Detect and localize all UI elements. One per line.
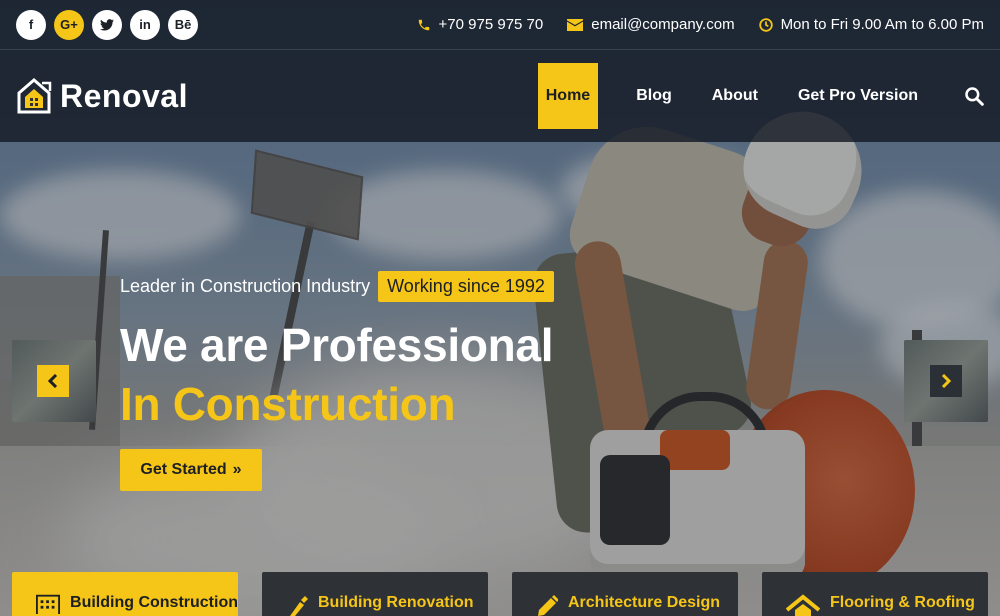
get-started-button[interactable]: Get Started » xyxy=(120,449,262,491)
get-started-label: Get Started xyxy=(140,461,227,478)
logo-text: Renoval xyxy=(60,77,188,114)
house-logo-icon xyxy=(17,78,52,114)
site-logo[interactable]: Renoval xyxy=(16,77,188,115)
services-bar: Building Construction Building Renovatio… xyxy=(12,572,988,616)
envelope-icon xyxy=(567,18,584,31)
double-chevron-right-icon: » xyxy=(232,461,242,478)
linkedin-icon[interactable]: in xyxy=(130,9,160,40)
hero-heading-line2: In Construction xyxy=(120,378,456,430)
chevron-right-icon[interactable] xyxy=(930,365,962,397)
contact-info: +70 975 975 70 email@company.com Mon to … xyxy=(417,16,984,33)
twitter-icon[interactable] xyxy=(92,9,122,40)
chevron-left-icon[interactable] xyxy=(37,365,69,397)
prev-slide-thumbnail[interactable] xyxy=(12,340,96,422)
office-hours: Mon to Fri 9.00 Am to 6.00 Pm xyxy=(780,16,984,33)
hero-tagline: Leader in Construction Industry Working … xyxy=(120,271,554,302)
service-label: Flooring & Roofing xyxy=(830,594,975,611)
nav-item-blog[interactable]: Blog xyxy=(616,63,692,129)
email-address: email@company.com xyxy=(591,16,735,33)
search-button[interactable] xyxy=(944,86,984,106)
phone-icon xyxy=(418,19,429,30)
google-plus-icon[interactable]: G+ xyxy=(54,9,84,40)
facebook-icon[interactable]: f xyxy=(16,9,46,40)
behance-icon[interactable]: Bē xyxy=(168,9,198,40)
nav-item-about[interactable]: About xyxy=(692,63,778,129)
service-label: Building Construction xyxy=(70,594,238,611)
search-icon xyxy=(965,87,984,106)
pencil-icon xyxy=(538,595,558,616)
main-navigation: Renoval Home Blog About Get Pro Version xyxy=(0,50,1000,142)
building-icon xyxy=(36,594,61,614)
email-contact[interactable]: email@company.com xyxy=(567,16,735,33)
service-label: Building Renovation xyxy=(318,594,474,611)
service-architecture-design[interactable]: Architecture Design xyxy=(512,572,738,616)
tagline-text: Leader in Construction Industry xyxy=(120,276,371,296)
hours-contact: Mon to Fri 9.00 Am to 6.00 Pm xyxy=(758,16,984,33)
service-label: Architecture Design xyxy=(568,594,721,611)
nav-item-get-pro[interactable]: Get Pro Version xyxy=(778,63,938,129)
brush-icon xyxy=(290,596,308,616)
top-bar: f G+ in Bē +70 975 975 70 email@company.… xyxy=(0,0,1000,50)
phone-contact[interactable]: +70 975 975 70 xyxy=(417,16,544,33)
next-slide-thumbnail[interactable] xyxy=(904,340,988,422)
service-building-construction[interactable]: Building Construction xyxy=(12,572,238,616)
service-building-renovation[interactable]: Building Renovation xyxy=(262,572,488,616)
social-links: f G+ in Bē xyxy=(16,9,198,40)
nav-menu: Home Blog About Get Pro Version xyxy=(537,50,984,142)
since-badge: Working since 1992 xyxy=(378,271,554,302)
hero-heading-line1: We are Professional xyxy=(120,319,554,371)
clock-icon xyxy=(758,17,773,32)
twitter-bird-glyph xyxy=(100,18,114,31)
service-flooring-roofing[interactable]: Flooring & Roofing xyxy=(762,572,988,616)
phone-number: +70 975 975 70 xyxy=(438,16,544,33)
roof-icon xyxy=(786,594,820,616)
nav-item-home[interactable]: Home xyxy=(537,63,599,129)
